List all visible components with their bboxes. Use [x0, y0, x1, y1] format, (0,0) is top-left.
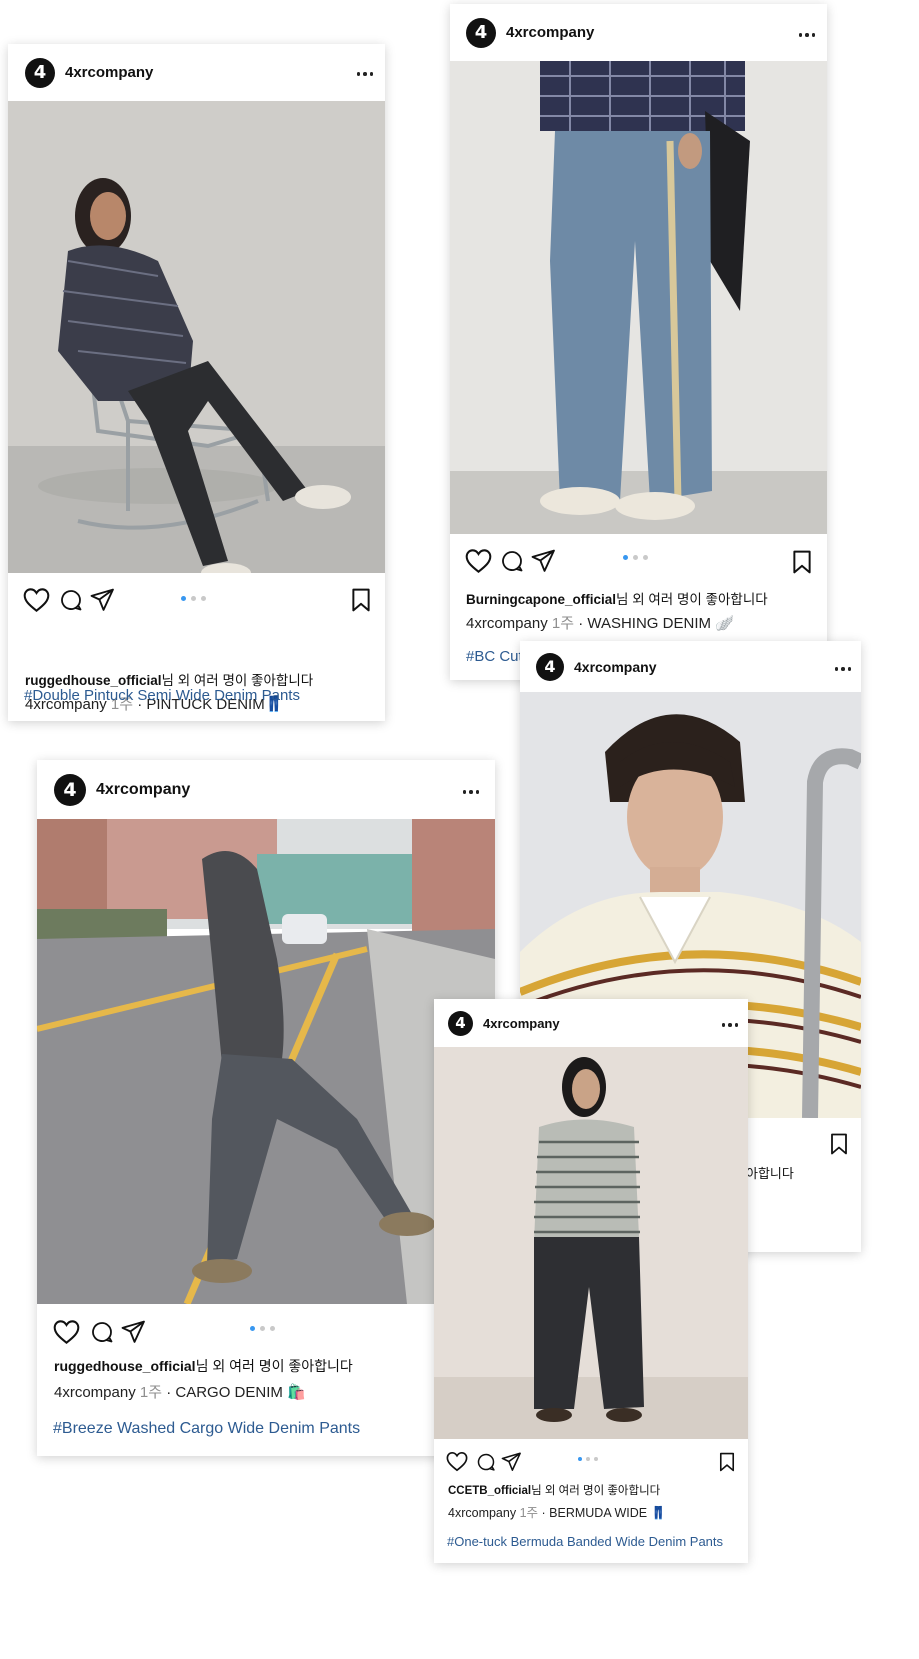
post-username[interactable]: 4xrcompany: [483, 1016, 560, 1031]
post-header: 4 4xrcompany: [8, 44, 385, 101]
post-age: 1주: [519, 1506, 539, 1520]
likes-suffix: 님 외 여러 명이 좋아합니다: [531, 1485, 661, 1497]
likes-text: ruggedhouse_official님 외 여러 명이 좋아합니다: [25, 669, 313, 689]
more-icon[interactable]: [834, 667, 851, 671]
brand-avatar[interactable]: 4: [448, 1010, 473, 1036]
post-header: 4 4xrcompany: [37, 760, 495, 819]
post-photo[interactable]: [8, 101, 385, 573]
comment-icon[interactable]: [59, 588, 83, 612]
post-header: 4 4xrcompany: [520, 641, 861, 692]
share-icon[interactable]: [531, 549, 556, 572]
more-icon[interactable]: [462, 790, 479, 794]
post-username[interactable]: 4xrcompany: [574, 659, 656, 675]
heart-icon[interactable]: [23, 587, 50, 613]
likes-text: ruggedhouse_official님 외 여러 명이 좋아합니다: [54, 1356, 353, 1376]
comment-icon[interactable]: [500, 549, 524, 573]
likes-text: Burningcapone_official님 외 여러 명이 좋아합니다: [466, 588, 768, 608]
share-icon[interactable]: [501, 1452, 522, 1471]
caption-username[interactable]: 4xrcompany: [466, 615, 548, 632]
post-card: 4 4xrcompany ruggedhouse_official님 외 여러 …: [8, 44, 385, 721]
carousel-dots: [578, 1457, 598, 1461]
likes-suffix: 님 외 여러 명이 좋아합니다: [161, 673, 314, 688]
liker-username[interactable]: CCETB_official: [448, 1485, 531, 1497]
post-caption: 4xrcompany 1주 · WASHING DENIM 🪽: [466, 612, 734, 633]
likes-suffix: 님 외 여러 명이 좋아합니다: [616, 592, 768, 607]
caption-text: · BERMUDA WIDE 👖: [541, 1506, 667, 1520]
post-photo[interactable]: [434, 1047, 748, 1439]
post-age: 1주: [139, 1384, 163, 1401]
likes-text: 아합니다: [746, 1166, 794, 1181]
liker-username[interactable]: Burningcapone_official: [466, 592, 616, 607]
bookmark-icon[interactable]: [830, 1133, 848, 1155]
post-caption: 4xrcompany 1주 · BERMUDA WIDE 👖: [448, 1502, 666, 1521]
post-photo[interactable]: [450, 61, 827, 534]
comment-icon[interactable]: [90, 1320, 114, 1344]
heart-icon[interactable]: [465, 548, 492, 574]
post-age: 1주: [551, 615, 575, 632]
brand-avatar[interactable]: 4: [54, 773, 86, 806]
post-username[interactable]: 4xrcompany: [506, 24, 594, 41]
caption-username[interactable]: 4xrcompany: [54, 1384, 136, 1401]
brand-avatar[interactable]: 4: [536, 652, 564, 681]
post-caption: 4xrcompany 1주 · CARGO DENIM 🛍️: [54, 1381, 306, 1402]
post-card: 4 4xrcompany ruggedhouse_official님 외 여러 …: [37, 760, 495, 1456]
comment-icon[interactable]: [476, 1452, 496, 1472]
likes-text: CCETB_official님 외 여러 명이 좋아합니다: [448, 1482, 660, 1498]
post-hashtag[interactable]: #Double Pintuck Semi Wide Denim Pants: [24, 687, 300, 704]
caption-text: · WASHING DENIM 🪽: [578, 615, 734, 632]
more-icon[interactable]: [798, 33, 815, 37]
post-card: 4 4xrcompany CCETB_official님 외 여러 명이 좋아합…: [434, 999, 748, 1563]
carousel-dots: [181, 596, 206, 601]
likes-suffix: 님 외 여러 명이 좋아합니다: [195, 1358, 353, 1374]
caption-text: · CARGO DENIM 🛍️: [166, 1384, 306, 1401]
bookmark-icon[interactable]: [792, 550, 812, 574]
liker-username[interactable]: ruggedhouse_official: [54, 1358, 196, 1374]
carousel-dots: [623, 555, 648, 560]
brand-avatar[interactable]: 4: [25, 57, 55, 88]
heart-icon[interactable]: [446, 1451, 468, 1472]
heart-icon[interactable]: [53, 1319, 80, 1345]
share-icon[interactable]: [121, 1320, 146, 1343]
share-icon[interactable]: [90, 588, 115, 611]
bookmark-icon[interactable]: [719, 1452, 735, 1472]
post-header: 4 4xrcompany: [450, 4, 827, 61]
more-icon[interactable]: [721, 1023, 738, 1027]
post-photo[interactable]: [37, 819, 495, 1304]
post-card: 4 4xrcompany Burningcapone_official님 외 여…: [450, 4, 827, 680]
carousel-dots: [250, 1326, 275, 1331]
caption-username[interactable]: 4xrcompany: [448, 1506, 516, 1520]
bookmark-icon[interactable]: [351, 588, 371, 612]
post-username[interactable]: 4xrcompany: [65, 64, 153, 81]
liker-username[interactable]: ruggedhouse_official: [25, 673, 162, 688]
more-icon[interactable]: [356, 72, 373, 76]
post-username[interactable]: 4xrcompany: [96, 781, 190, 799]
post-hashtag[interactable]: #Breeze Washed Cargo Wide Denim Pants: [53, 1420, 360, 1438]
post-hashtag[interactable]: #One-tuck Bermuda Banded Wide Denim Pant…: [447, 1534, 723, 1549]
brand-avatar[interactable]: 4: [466, 17, 496, 48]
post-header: 4 4xrcompany: [434, 999, 748, 1047]
